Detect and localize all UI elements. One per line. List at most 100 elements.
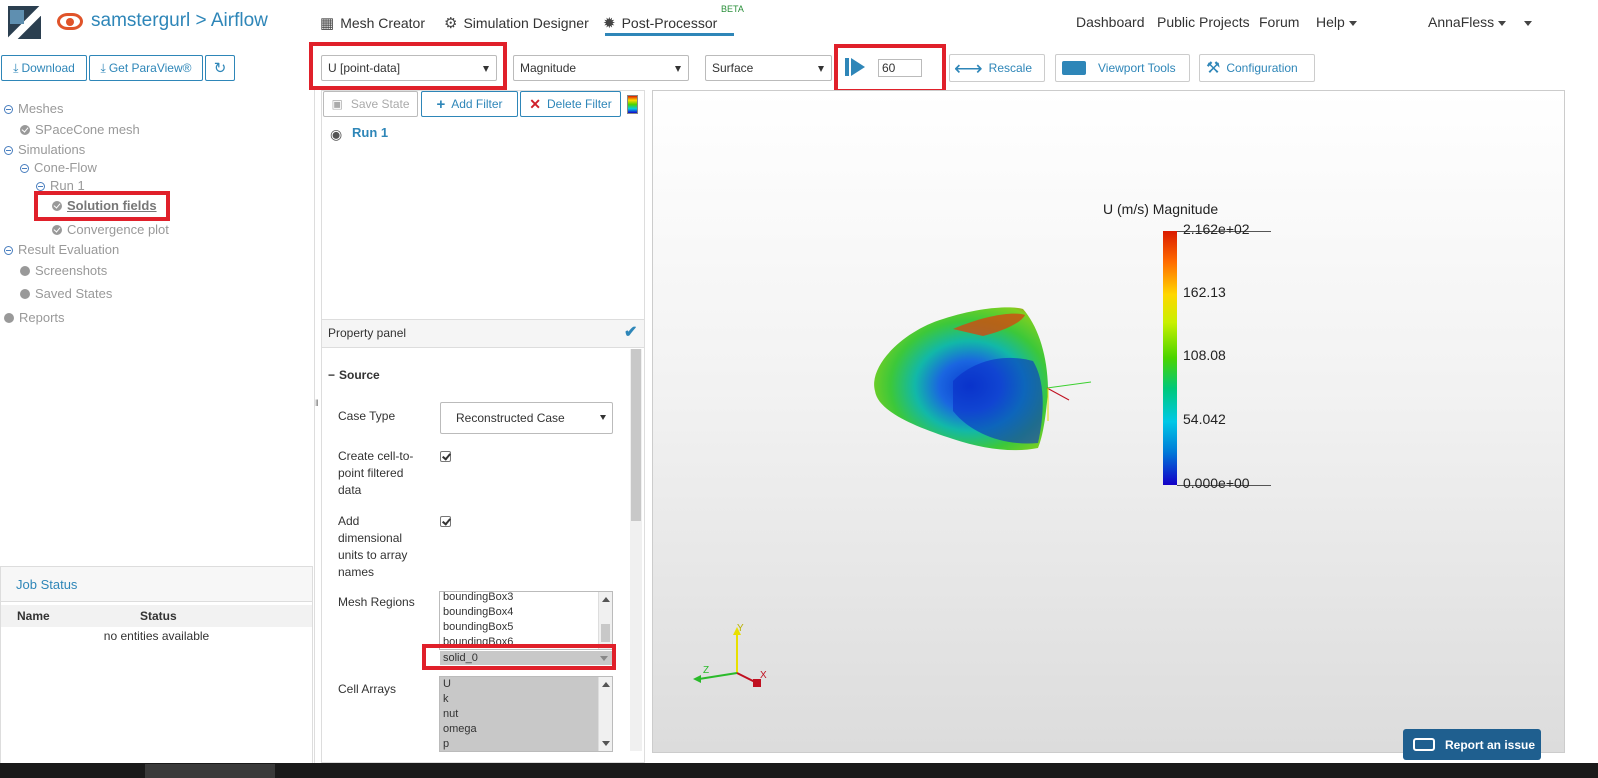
case-type-select[interactable]: Reconstructed Case <box>440 402 613 434</box>
property-panel-title: Property panel <box>328 326 407 340</box>
top-navbar: samstergurl > Airflow ▦ Mesh Creator ⚙ Sim… <box>0 0 1598 46</box>
viewport-tools-button[interactable]: Viewport Tools <box>1055 54 1190 82</box>
tree-reports[interactable]: Reports <box>4 310 65 325</box>
col-status: Status <box>140 609 177 623</box>
highlight-box <box>834 44 946 93</box>
add-filter-button[interactable]: + Add Filter <box>421 91 518 117</box>
splitter-handle-icon[interactable]: ‖ <box>315 398 319 408</box>
tree-result-evaluation[interactable]: Result Evaluation <box>4 242 119 257</box>
list-item[interactable]: boundingBox4 <box>440 605 612 620</box>
camera-icon <box>1062 61 1086 75</box>
colormap-icon[interactable] <box>627 95 638 114</box>
left-splitter[interactable] <box>314 90 315 763</box>
job-status-panel: Job Status Name Status no entities avail… <box>0 566 313 764</box>
list-item[interactable]: nut <box>440 707 612 722</box>
nav-public-projects[interactable]: Public Projects <box>1157 14 1250 30</box>
nav-dashboard[interactable]: Dashboard <box>1076 14 1145 30</box>
nav-simulation-designer[interactable]: ⚙ Simulation Designer <box>444 14 589 32</box>
nav-extra-menu[interactable] <box>1520 14 1532 30</box>
job-empty-message: no entities available <box>103 629 210 643</box>
select-arrow-icon <box>675 66 681 72</box>
list-scrollbar[interactable] <box>598 677 612 751</box>
cell-to-point-label: Create cell-to-point filtered data <box>338 449 414 497</box>
origin-axis-x <box>1046 387 1070 401</box>
eye-visibility-icon[interactable]: ◉ <box>330 126 342 143</box>
highlight-box <box>34 191 170 221</box>
tree-meshes[interactable]: Meshes <box>4 101 64 116</box>
gears-icon: ⚙ <box>444 15 458 32</box>
circle-icon <box>20 289 30 299</box>
collapse-icon[interactable] <box>4 105 13 114</box>
tree-cone-flow[interactable]: Cone-Flow <box>20 160 97 175</box>
tree-convergence-plot[interactable]: Convergence plot <box>52 222 169 237</box>
tree-simulations[interactable]: Simulations <box>4 142 85 157</box>
report-issue-button[interactable]: Report an issue <box>1403 729 1541 760</box>
colorbar-title: U (m/s) Magnitude <box>1103 201 1219 217</box>
rescale-button[interactable]: ⟷ Rescale <box>949 54 1045 82</box>
close-icon: ✕ <box>529 95 542 112</box>
property-scrollbar-thumb[interactable] <box>631 349 641 521</box>
cell-to-point-checkbox[interactable] <box>440 451 451 462</box>
list-item[interactable]: boundingBox5 <box>440 620 612 635</box>
cell-arrays-label: Cell Arrays <box>338 682 397 696</box>
list-item[interactable]: U <box>440 677 612 692</box>
delete-filter-button[interactable]: ✕ Delete Filter <box>520 91 621 117</box>
download-icon: ⤓ <box>100 60 106 75</box>
colorbar-min-label: 0.000e+00 <box>1183 475 1250 491</box>
list-item[interactable]: p <box>440 737 612 751</box>
scroll-down-icon[interactable] <box>602 741 610 746</box>
active-tab-indicator <box>605 33 734 36</box>
component-select[interactable]: Magnitude <box>513 55 689 81</box>
case-type-label: Case Type <box>338 409 396 423</box>
col-name: Name <box>17 609 50 623</box>
cell-arrays-list[interactable]: U k nut omega p <box>439 676 613 752</box>
configuration-button[interactable]: ⚒ Configuration <box>1199 54 1315 82</box>
tree-screenshots[interactable]: Screenshots <box>20 263 107 278</box>
job-status-title: Job Status <box>16 577 78 592</box>
orient-label-y: Y <box>737 623 744 634</box>
nav-post-processor[interactable]: ✹ Post-Processor <box>603 14 717 32</box>
taskbar-item[interactable] <box>145 764 275 778</box>
cone-render[interactable] <box>653 91 1565 753</box>
nav-help[interactable]: Help <box>1316 14 1357 30</box>
orient-label-x: X <box>760 670 767 681</box>
app-logo[interactable] <box>8 6 41 39</box>
collapse-icon[interactable] <box>20 164 29 173</box>
get-paraview-button[interactable]: ⤓ Get ParaView® <box>89 55 203 81</box>
list-item[interactable]: k <box>440 692 612 707</box>
list-item[interactable]: boundingBox3 <box>440 592 612 605</box>
collapse-icon[interactable] <box>4 146 13 155</box>
apply-check-icon[interactable]: ✔ <box>624 322 637 342</box>
nav-user-menu[interactable]: AnnaFless <box>1428 14 1507 30</box>
mesh-regions-list[interactable]: boundingBox3 boundingBox4 boundingBox5 b… <box>439 591 613 650</box>
list-item[interactable]: omega <box>440 722 612 737</box>
select-arrow-icon <box>818 66 824 72</box>
source-section-toggle[interactable]: − Source <box>328 368 380 382</box>
scroll-up-icon[interactable] <box>602 597 610 602</box>
highlight-box <box>422 644 616 670</box>
add-units-label: Add dimensional units to array names <box>338 514 408 579</box>
render-viewport[interactable]: Y Z X U (m/s) Magnitude 2.162e+02 162.13… <box>652 90 1565 753</box>
collapse-icon[interactable] <box>4 246 13 255</box>
refresh-button[interactable]: ↻ <box>205 55 235 81</box>
tree-spacecone-mesh[interactable]: SPaceCone mesh <box>20 122 140 137</box>
colorbar <box>1163 231 1177 485</box>
save-state-button[interactable]: ▣ Save State <box>323 91 418 117</box>
minus-icon: − <box>328 368 336 382</box>
collapse-icon[interactable] <box>36 182 45 191</box>
orient-label-z: Z <box>703 665 710 676</box>
tree-saved-states[interactable]: Saved States <box>20 286 112 301</box>
caret-down-icon <box>1524 20 1532 26</box>
representation-select[interactable]: Surface <box>705 55 832 81</box>
download-button[interactable]: ⤓ Download <box>1 55 87 81</box>
project-breadcrumb[interactable]: samstergurl > Airflow <box>91 10 268 32</box>
list-scrollbar[interactable] <box>598 592 612 649</box>
add-units-checkbox[interactable] <box>440 516 451 527</box>
list-scrollbar-thumb[interactable] <box>601 624 610 642</box>
nav-mesh-creator[interactable]: ▦ Mesh Creator <box>320 14 425 32</box>
colorbar-max-label: 2.162e+02 <box>1183 221 1250 237</box>
nav-forum[interactable]: Forum <box>1259 14 1299 30</box>
scroll-up-icon[interactable] <box>602 682 610 687</box>
resize-arrows-icon: ⟷ <box>954 57 983 80</box>
pipeline-run1[interactable]: Run 1 <box>352 125 388 140</box>
